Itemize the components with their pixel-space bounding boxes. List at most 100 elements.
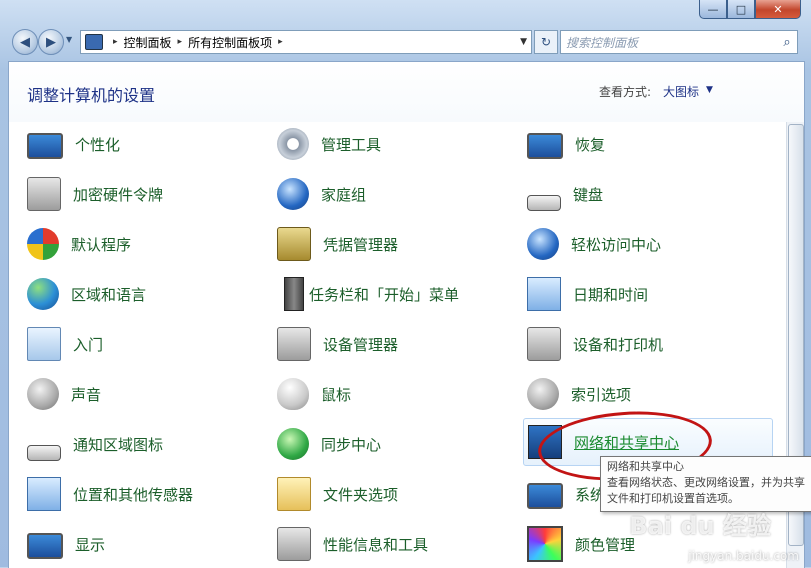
breadcrumb-control-panel[interactable]: 控制面板 bbox=[124, 34, 172, 51]
color-icon bbox=[527, 526, 563, 562]
baidu-watermark-url: jingyan.baidu.com bbox=[688, 549, 799, 563]
breadcrumb-all-items[interactable]: 所有控制面板项 bbox=[188, 34, 272, 51]
item-device-manager[interactable]: 设备管理器 bbox=[277, 324, 517, 364]
breadcrumb-separator-icon[interactable]: ▸ bbox=[113, 37, 118, 47]
item-label: 区域和语言 bbox=[71, 285, 147, 304]
item-homegroup[interactable]: 家庭组 bbox=[277, 174, 517, 214]
item-taskbar-start[interactable]: 任务栏和「开始」菜单 bbox=[277, 274, 517, 314]
item-label: 任务栏和「开始」菜单 bbox=[309, 285, 460, 304]
item-label: 鼠标 bbox=[321, 385, 352, 404]
address-history-dropdown-icon[interactable]: ▼ bbox=[520, 37, 527, 47]
window-caption-buttons: — □ ✕ bbox=[699, 0, 801, 19]
display-icon bbox=[27, 533, 63, 559]
item-encrypted-token[interactable]: 加密硬件令牌 bbox=[27, 174, 267, 214]
item-region-language[interactable]: 区域和语言 bbox=[27, 274, 267, 314]
tooltip: 网络和共享中心 查看网络状态、更改网络设置，并为共享文件和打印机设置首选项。 bbox=[600, 456, 811, 512]
recent-pages-dropdown-icon[interactable]: ▼ bbox=[66, 35, 72, 44]
baidu-watermark-logo: Bai du 经验 bbox=[629, 512, 771, 540]
view-by-dropdown[interactable]: 大图标 bbox=[663, 83, 699, 100]
window-frame: — □ ✕ ◀ ▶ ▼ ▸ 控制面板 ▸ 所有控制面板项 ▸ ▼ ↻ 搜索控制面… bbox=[0, 0, 811, 568]
item-label: 索引选项 bbox=[571, 385, 632, 404]
item-ease-of-access[interactable]: 轻松访问中心 bbox=[527, 224, 767, 264]
item-notification-icons[interactable]: 通知区域图标 bbox=[27, 424, 267, 464]
item-label: 轻松访问中心 bbox=[571, 235, 662, 254]
item-label: 恢复 bbox=[575, 135, 606, 154]
item-label: 位置和其他传感器 bbox=[73, 485, 194, 504]
maximize-button[interactable]: □ bbox=[727, 0, 755, 19]
item-label: 设备和打印机 bbox=[573, 335, 664, 354]
item-getting-started[interactable]: 入门 bbox=[27, 324, 267, 364]
item-sound[interactable]: 声音 bbox=[27, 374, 267, 414]
taskbar-icon bbox=[284, 277, 304, 311]
item-credential-manager[interactable]: 凭据管理器 bbox=[277, 224, 517, 264]
item-label: 声音 bbox=[71, 385, 102, 404]
tooltip-title: 网络和共享中心 bbox=[607, 460, 684, 473]
item-personalization[interactable]: 个性化 bbox=[27, 124, 267, 164]
tooltip-text: 查看网络状态、更改网络设置，并为共享文件和打印机设置首选项。 bbox=[607, 476, 805, 505]
safe-icon bbox=[277, 227, 311, 261]
monitor-icon bbox=[527, 133, 563, 159]
item-default-programs[interactable]: 默认程序 bbox=[27, 224, 267, 264]
breadcrumb-separator-icon[interactable]: ▸ bbox=[178, 37, 183, 47]
item-label: 加密硬件令牌 bbox=[73, 185, 164, 204]
item-sync-center[interactable]: 同步中心 bbox=[277, 424, 517, 464]
document-icon bbox=[27, 327, 61, 361]
item-label: 管理工具 bbox=[321, 135, 382, 154]
speaker-icon bbox=[27, 378, 59, 410]
item-label: 默认程序 bbox=[71, 235, 132, 254]
refresh-button[interactable]: ↻ bbox=[534, 30, 558, 54]
item-display[interactable]: 显示 bbox=[27, 524, 267, 564]
search-box[interactable]: 搜索控制面板 ⌕ bbox=[560, 30, 798, 54]
forward-button[interactable]: ▶ bbox=[38, 29, 64, 55]
page-title: 调整计算机的设置 bbox=[27, 86, 156, 105]
sync-icon bbox=[277, 428, 309, 460]
item-indexing-options[interactable]: 索引选项 bbox=[527, 374, 767, 414]
notification-icon bbox=[27, 445, 61, 461]
breadcrumb-separator-icon[interactable]: ▸ bbox=[278, 37, 283, 47]
item-label: 家庭组 bbox=[321, 185, 367, 204]
item-folder-options[interactable]: 文件夹选项 bbox=[277, 474, 517, 514]
back-button[interactable]: ◀ bbox=[12, 29, 38, 55]
minimize-button[interactable]: — bbox=[699, 0, 727, 19]
keyboard-icon bbox=[527, 195, 561, 211]
default-programs-icon bbox=[27, 228, 59, 260]
token-icon bbox=[27, 177, 61, 211]
item-label: 设备管理器 bbox=[323, 335, 399, 354]
search-input[interactable]: 搜索控制面板 bbox=[566, 34, 777, 51]
item-label: 凭据管理器 bbox=[323, 235, 399, 254]
index-icon bbox=[527, 378, 559, 410]
item-label: 显示 bbox=[75, 535, 106, 554]
system-icon bbox=[527, 483, 563, 509]
search-icon[interactable]: ⌕ bbox=[777, 35, 797, 50]
close-button[interactable]: ✕ bbox=[755, 0, 801, 19]
chevron-down-icon[interactable]: ▼ bbox=[706, 85, 713, 95]
item-label: 性能信息和工具 bbox=[323, 535, 429, 554]
view-by-label: 查看方式: bbox=[599, 85, 652, 99]
folder-icon bbox=[277, 477, 311, 511]
item-label: 同步中心 bbox=[321, 435, 382, 454]
monitor-icon bbox=[27, 133, 63, 159]
item-label: 入门 bbox=[73, 335, 104, 354]
mouse-icon bbox=[277, 378, 309, 410]
homegroup-icon bbox=[277, 178, 309, 210]
navigation-toolbar: ◀ ▶ ▼ ▸ 控制面板 ▸ 所有控制面板项 ▸ ▼ ↻ 搜索控制面板 ⌕ bbox=[8, 26, 803, 58]
item-label: 键盘 bbox=[573, 185, 604, 204]
item-label: 颜色管理 bbox=[575, 535, 636, 554]
globe-icon bbox=[27, 278, 59, 310]
item-location-sensors[interactable]: 位置和其他传感器 bbox=[27, 474, 267, 514]
item-mouse[interactable]: 鼠标 bbox=[277, 374, 517, 414]
item-date-time[interactable]: 日期和时间 bbox=[527, 274, 767, 314]
accessibility-icon bbox=[527, 228, 559, 260]
item-recovery[interactable]: 恢复 bbox=[527, 124, 767, 164]
control-panel-icon bbox=[85, 34, 103, 50]
item-keyboard[interactable]: 键盘 bbox=[527, 174, 767, 214]
calendar-icon bbox=[527, 277, 561, 311]
item-label: 日期和时间 bbox=[573, 285, 649, 304]
performance-icon bbox=[277, 527, 311, 561]
item-label: 通知区域图标 bbox=[73, 435, 164, 454]
item-label: 个性化 bbox=[75, 135, 121, 154]
address-bar[interactable]: ▸ 控制面板 ▸ 所有控制面板项 ▸ ▼ bbox=[80, 30, 532, 54]
item-administrative-tools[interactable]: 管理工具 bbox=[277, 124, 517, 164]
item-devices-printers[interactable]: 设备和打印机 bbox=[527, 324, 767, 364]
item-performance[interactable]: 性能信息和工具 bbox=[277, 524, 517, 564]
